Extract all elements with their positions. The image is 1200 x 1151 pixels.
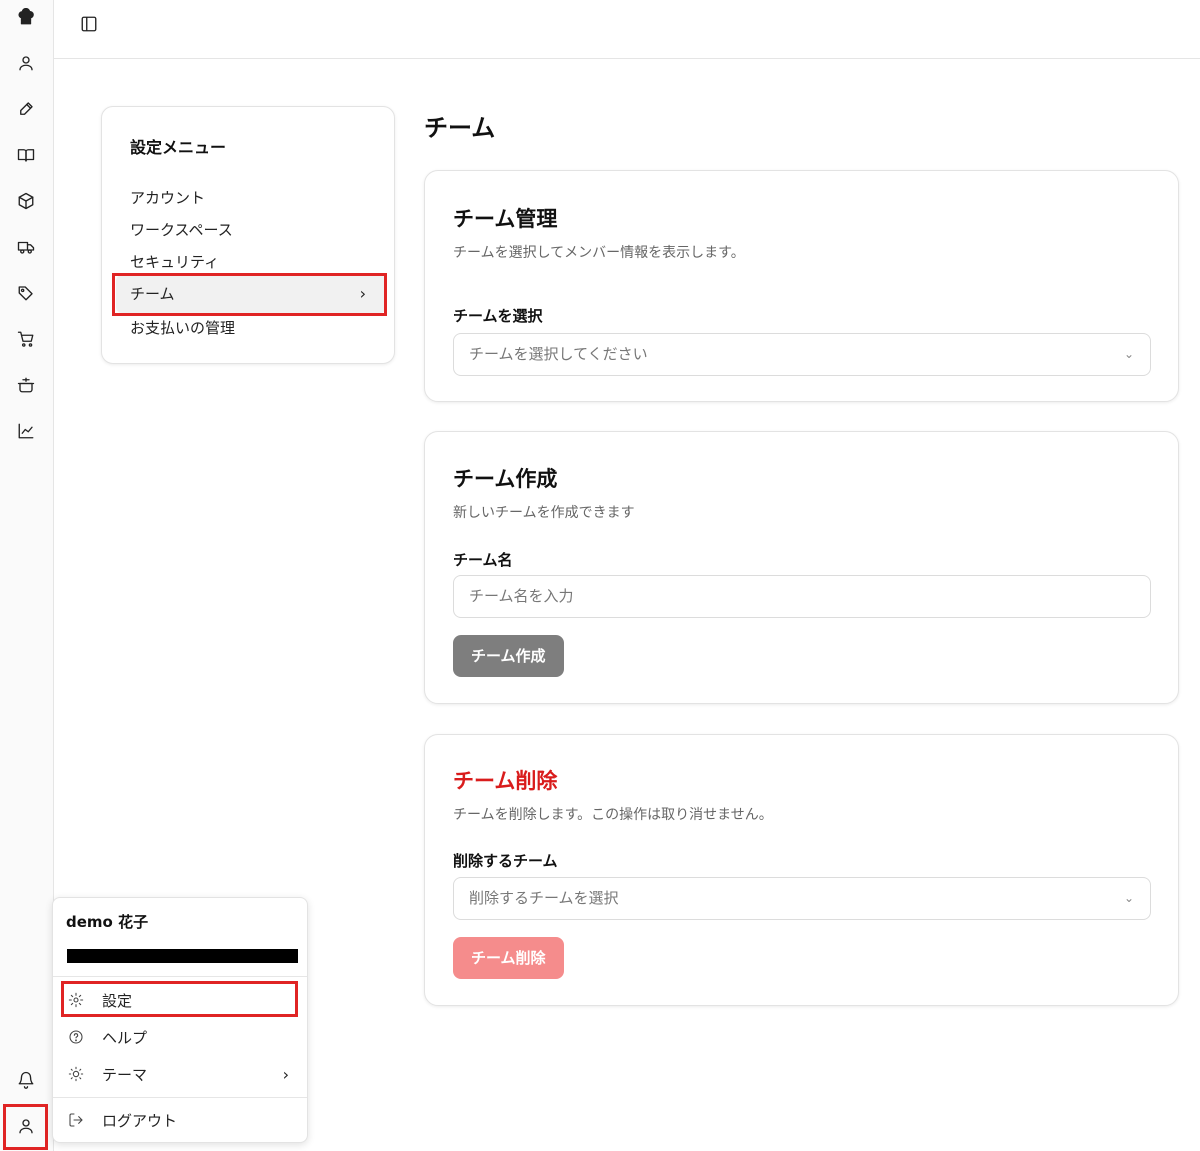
- team-manage-card: チーム管理 チームを選択してメンバー情報を表示します。 チームを選択 チームを選…: [424, 170, 1179, 402]
- create-team-button[interactable]: チーム作成: [453, 635, 564, 677]
- delete-team-label: 削除するチーム: [453, 852, 558, 870]
- sidebar-toggle-icon[interactable]: [78, 13, 100, 35]
- help-label: ヘルプ: [102, 1028, 148, 1047]
- settings-menu-title: 設定メニュー: [130, 138, 227, 157]
- team-delete-card: チーム削除 チームを削除します。この操作は取り消せません。 削除するチーム 削除…: [424, 734, 1179, 1006]
- team-name-placeholder: チーム名を入力: [469, 587, 574, 605]
- delete-team-placeholder: 削除するチームを選択: [469, 889, 619, 907]
- package-icon[interactable]: [13, 188, 39, 214]
- user-icon[interactable]: [13, 50, 39, 76]
- settings-label: 設定: [102, 991, 133, 1010]
- redacted-email: [67, 949, 298, 963]
- menu-item-team-label: チーム: [130, 285, 175, 303]
- delete-team-button[interactable]: チーム削除: [453, 937, 564, 979]
- settings-menu: 設定メニュー アカウント ワークスペース セキュリティ チーム › お支払いの管…: [101, 106, 395, 364]
- menu-item-security[interactable]: セキュリティ: [130, 251, 219, 272]
- user-menu-button[interactable]: [13, 1113, 39, 1139]
- team-select[interactable]: チームを選択してください ⌄: [453, 333, 1151, 376]
- logout-icon: [65, 1112, 87, 1128]
- page-title: チーム: [424, 114, 496, 142]
- chart-icon[interactable]: [13, 418, 39, 444]
- help-menu-item[interactable]: ヘルプ: [65, 1021, 297, 1053]
- icon-rail: [0, 0, 54, 1151]
- delete-team-select[interactable]: 削除するチームを選択 ⌄: [453, 877, 1151, 920]
- chevron-right-icon: ›: [359, 284, 366, 303]
- gear-icon: [65, 992, 87, 1008]
- team-delete-desc: チームを削除します。この操作は取り消せません。: [453, 807, 773, 823]
- bell-icon[interactable]: [13, 1067, 39, 1093]
- sun-icon: [65, 1066, 87, 1082]
- truck-icon[interactable]: [13, 234, 39, 260]
- menu-item-account[interactable]: アカウント: [130, 187, 205, 208]
- cart-icon[interactable]: [13, 326, 39, 352]
- team-create-card: チーム作成 新しいチームを作成できます チーム名 チーム名を入力 チーム作成: [424, 431, 1179, 704]
- theme-label: テーマ: [102, 1065, 148, 1084]
- chef-hat-icon[interactable]: [13, 4, 39, 30]
- divider: [53, 1097, 307, 1098]
- team-select-placeholder: チームを選択してください: [469, 345, 648, 363]
- team-create-title: チーム作成: [453, 467, 558, 491]
- menu-item-team[interactable]: チーム ›: [116, 275, 386, 313]
- logout-label: ログアウト: [102, 1111, 178, 1130]
- chevron-down-icon: ⌄: [1123, 347, 1134, 361]
- top-bar: [54, 0, 1200, 59]
- book-icon[interactable]: [13, 142, 39, 168]
- chevron-right-icon: ›: [282, 1064, 289, 1084]
- help-circle-icon: [65, 1029, 87, 1045]
- team-create-desc: 新しいチームを作成できます: [453, 505, 635, 521]
- menu-item-billing[interactable]: お支払いの管理: [130, 317, 235, 338]
- pot-icon[interactable]: [13, 372, 39, 398]
- divider: [53, 976, 307, 977]
- chevron-down-icon: ⌄: [1123, 891, 1134, 905]
- team-delete-title: チーム削除: [453, 769, 558, 793]
- team-manage-title: チーム管理: [453, 207, 558, 231]
- user-popup-menu: demo 花子 設定 ヘルプ テーマ › ログアウト: [52, 897, 308, 1143]
- pen-icon[interactable]: [13, 96, 39, 122]
- team-select-label: チームを選択: [453, 307, 543, 325]
- menu-item-workspace[interactable]: ワークスペース: [130, 219, 233, 240]
- tags-icon[interactable]: [13, 280, 39, 306]
- team-name-label: チーム名: [453, 551, 513, 569]
- theme-menu-item[interactable]: テーマ ›: [65, 1058, 297, 1090]
- user-name: demo 花子: [66, 913, 149, 931]
- team-name-input[interactable]: チーム名を入力: [453, 575, 1151, 618]
- logout-menu-item[interactable]: ログアウト: [65, 1104, 297, 1136]
- team-manage-desc: チームを選択してメンバー情報を表示します。: [453, 245, 745, 261]
- settings-menu-item[interactable]: 設定: [65, 984, 297, 1016]
